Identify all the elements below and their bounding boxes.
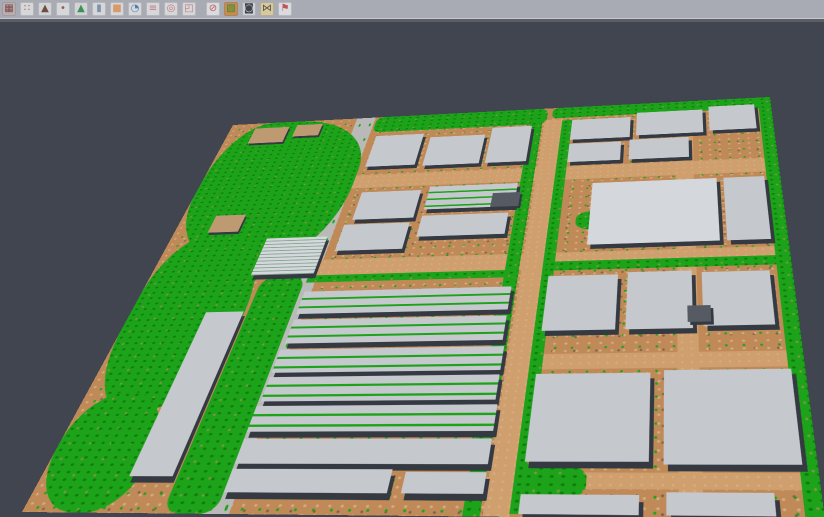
building — [636, 110, 703, 136]
classify-points-icon[interactable]: ∷ — [20, 2, 34, 16]
dark-roof-building — [490, 192, 521, 207]
fit-bounds-icon[interactable]: ◰ — [182, 2, 196, 16]
building — [666, 492, 776, 516]
point-cloud-icon[interactable]: ▦ — [2, 2, 16, 16]
building — [570, 117, 631, 140]
building — [567, 141, 621, 162]
profile-icon[interactable]: ▮ — [92, 2, 106, 16]
3d-viewport[interactable] — [0, 22, 824, 517]
building — [541, 274, 618, 331]
building — [723, 176, 771, 240]
vegetation-icon[interactable]: ▲ — [74, 2, 88, 16]
ground-point-icon[interactable]: • — [56, 2, 70, 16]
cross-section-icon[interactable]: ⋈ — [260, 2, 274, 16]
building — [485, 126, 532, 163]
street — [529, 350, 805, 369]
warehouse — [261, 374, 500, 401]
building — [702, 270, 776, 326]
large-building — [587, 178, 720, 245]
building — [422, 135, 485, 166]
clear-selection-icon[interactable]: ⊘ — [206, 2, 220, 16]
mesh-icon[interactable]: ◙ — [242, 2, 256, 16]
warehouse — [285, 315, 507, 343]
building — [518, 494, 639, 515]
building — [352, 190, 421, 220]
warehouse — [272, 346, 505, 373]
flag-icon[interactable]: ⚑ — [278, 2, 292, 16]
toolbar-group-1: ▦ ∷ ▲ • ▲ ▮ ■ ◔ ≡ ◎ ◰ — [2, 2, 196, 16]
warehouse — [235, 438, 492, 464]
warehouse — [247, 404, 498, 431]
building — [664, 369, 803, 465]
toolbar: ▦ ∷ ▲ • ▲ ▮ ■ ◔ ≡ ◎ ◰ ⊘ ▧ ◙ ⋈ ⚑ — [0, 0, 824, 18]
ortho-square-icon[interactable]: ■ — [110, 2, 124, 16]
list-lines-icon[interactable]: ≡ — [146, 2, 160, 16]
warehouse — [224, 469, 393, 494]
building — [708, 104, 756, 130]
building — [525, 373, 651, 462]
terrain-icon[interactable]: ▲ — [38, 2, 52, 16]
globe-icon[interactable]: ◔ — [128, 2, 142, 16]
building — [335, 222, 410, 250]
point-cloud-terrain — [22, 97, 824, 517]
dark-roof-building — [687, 305, 711, 322]
warehouse — [401, 472, 487, 494]
ring-icon[interactable]: ◎ — [164, 2, 178, 16]
toolbar-group-2: ⊘ ▧ ◙ ⋈ ⚑ — [206, 2, 292, 16]
building — [625, 270, 693, 329]
building — [365, 134, 424, 167]
building — [629, 137, 689, 159]
building — [416, 213, 508, 237]
classification-palette-icon[interactable]: ▧ — [224, 2, 238, 16]
warehouse — [296, 286, 511, 314]
